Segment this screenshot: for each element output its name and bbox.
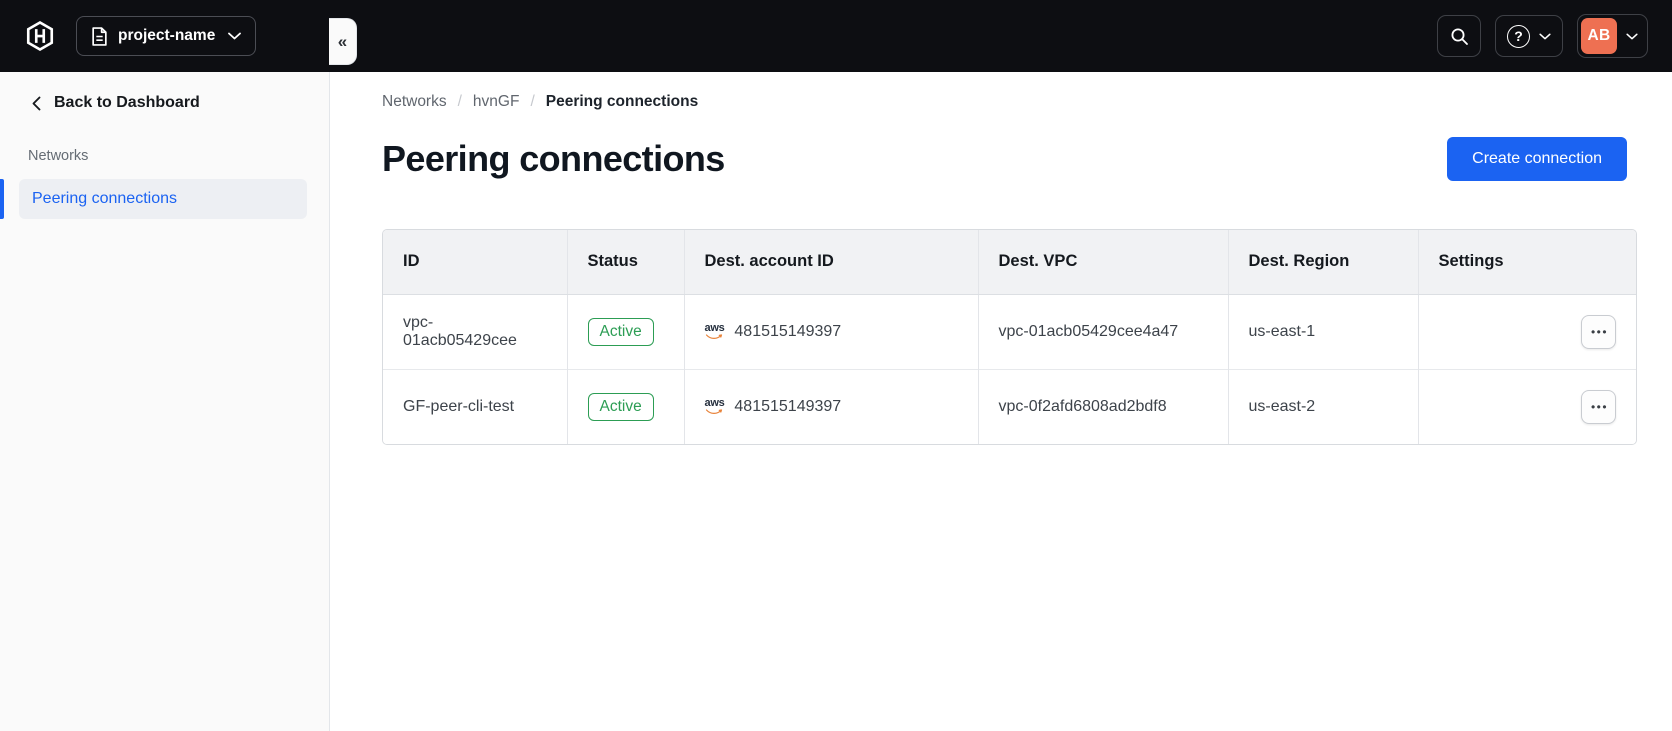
avatar: AB bbox=[1581, 18, 1617, 54]
chevron-down-icon bbox=[1539, 33, 1551, 40]
column-header-status: Status bbox=[566, 230, 684, 295]
sidebar: Back to Dashboard Networks Peering conne… bbox=[0, 72, 330, 731]
cell-dest-region: us-east-2 bbox=[1227, 368, 1418, 444]
breadcrumb-networks[interactable]: Networks bbox=[382, 93, 447, 111]
chevron-down-icon bbox=[228, 32, 242, 40]
cell-id: vpc-01acb05429cee bbox=[383, 294, 567, 369]
search-button[interactable] bbox=[1437, 15, 1481, 57]
collapse-icon: « bbox=[337, 31, 348, 51]
search-icon bbox=[1450, 27, 1469, 46]
breadcrumb: Networks / hvnGF / Peering connections bbox=[382, 93, 1627, 111]
cell-status: Active bbox=[566, 294, 684, 369]
sidebar-item-label: Peering connections bbox=[32, 190, 177, 207]
ellipsis-icon: ••• bbox=[1590, 324, 1609, 339]
page-title: Peering connections bbox=[382, 138, 725, 179]
page-header-row: Peering connections Create connection bbox=[382, 137, 1627, 181]
sidebar-collapse-button[interactable]: « bbox=[329, 18, 357, 65]
table-row: GF-peer-cli-test Active aws 481515149397 bbox=[383, 368, 1636, 444]
table-row: vpc-01acb05429cee Active aws 48151514939… bbox=[383, 294, 1636, 369]
app-window: project-name ? AB Back to Dashboard Netw… bbox=[0, 0, 1672, 731]
breadcrumb-current: Peering connections bbox=[545, 93, 699, 110]
account-menu-button[interactable]: AB bbox=[1577, 14, 1648, 58]
chevron-down-icon bbox=[1626, 33, 1638, 40]
back-to-dashboard-link[interactable]: Back to Dashboard bbox=[0, 72, 329, 112]
help-icon: ? bbox=[1507, 24, 1530, 48]
cell-dest-account-id: aws 481515149397 bbox=[683, 368, 978, 444]
topbar-right-group: ? AB bbox=[1437, 14, 1648, 58]
cell-status: Active bbox=[566, 368, 684, 444]
document-icon bbox=[91, 26, 108, 46]
help-menu-button[interactable]: ? bbox=[1495, 15, 1563, 57]
column-header-settings: Settings bbox=[1417, 230, 1636, 295]
row-actions-button[interactable]: ••• bbox=[1581, 314, 1616, 349]
account-id-value: 481515149397 bbox=[734, 397, 842, 415]
aws-icon: aws bbox=[705, 398, 725, 415]
hashicorp-logo-icon[interactable] bbox=[24, 20, 56, 52]
cell-id: GF-peer-cli-test bbox=[383, 368, 567, 444]
column-header-dest-region: Dest. Region bbox=[1227, 230, 1418, 295]
account-id-value: 481515149397 bbox=[734, 322, 842, 340]
cell-settings: ••• bbox=[1417, 368, 1636, 444]
active-item-accent-bar bbox=[0, 179, 4, 219]
main-content: Networks / hvnGF / Peering connections P… bbox=[331, 72, 1672, 731]
top-navigation-bar: project-name ? AB bbox=[0, 0, 1672, 72]
chevron-left-icon bbox=[32, 96, 41, 111]
status-badge: Active bbox=[587, 317, 654, 346]
column-header-dest-vpc: Dest. VPC bbox=[977, 230, 1228, 295]
back-to-dashboard-label: Back to Dashboard bbox=[54, 94, 200, 111]
cell-settings: ••• bbox=[1417, 294, 1636, 369]
breadcrumb-separator: / bbox=[530, 93, 535, 110]
peering-connections-table: ID Status Dest. account ID Dest. VPC Des… bbox=[382, 229, 1637, 445]
aws-icon: aws bbox=[705, 323, 725, 340]
status-badge: Active bbox=[587, 392, 654, 421]
sidebar-item-peering-connections[interactable]: Peering connections bbox=[19, 179, 307, 219]
ellipsis-icon: ••• bbox=[1590, 399, 1609, 414]
cell-dest-region: us-east-1 bbox=[1227, 294, 1418, 369]
project-selector-button[interactable]: project-name bbox=[76, 16, 257, 56]
create-connection-button[interactable]: Create connection bbox=[1447, 137, 1627, 181]
sidebar-section-networks: Networks bbox=[28, 148, 89, 164]
column-header-id: ID bbox=[383, 230, 567, 295]
sidebar-active-item-wrap: Peering connections bbox=[0, 179, 329, 219]
column-header-dest-account-id: Dest. account ID bbox=[683, 230, 978, 295]
breadcrumb-separator: / bbox=[457, 93, 462, 110]
cell-dest-vpc: vpc-01acb05429cee4a47 bbox=[977, 294, 1228, 369]
cell-dest-account-id: aws 481515149397 bbox=[683, 294, 978, 369]
cell-dest-vpc: vpc-0f2afd6808ad2bdf8 bbox=[977, 368, 1228, 444]
project-selector-label: project-name bbox=[118, 27, 216, 44]
row-actions-button[interactable]: ••• bbox=[1581, 389, 1616, 424]
breadcrumb-hvn[interactable]: hvnGF bbox=[473, 93, 520, 111]
table-header-row: ID Status Dest. account ID Dest. VPC Des… bbox=[383, 230, 1636, 295]
